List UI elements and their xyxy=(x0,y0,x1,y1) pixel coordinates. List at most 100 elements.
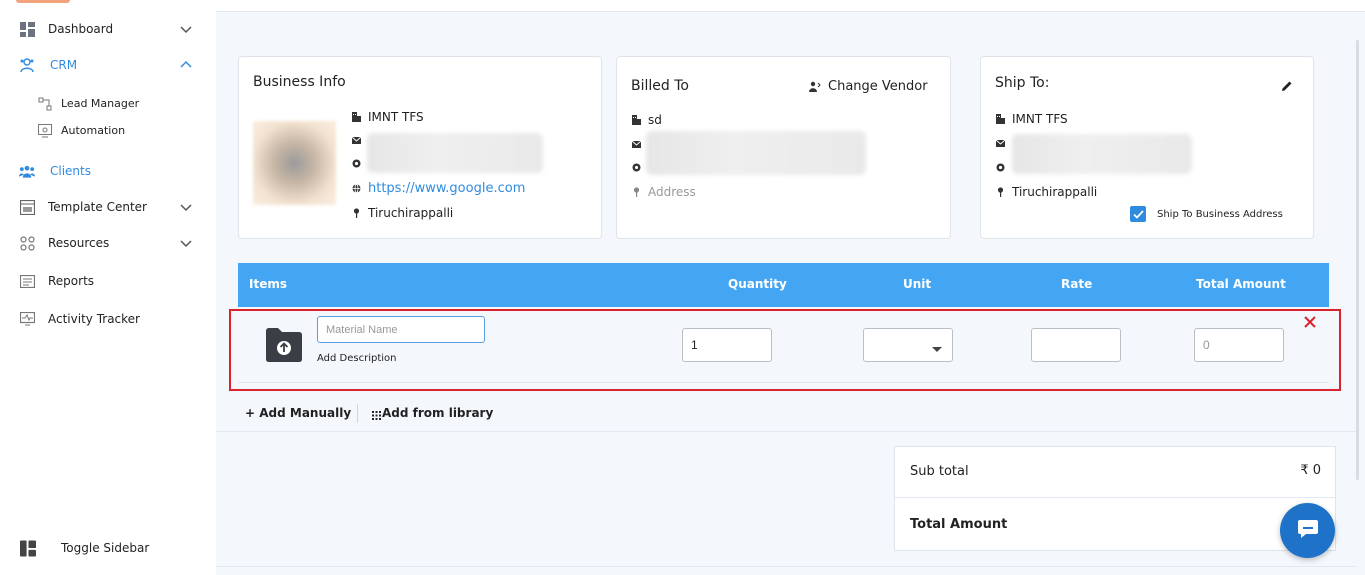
building-icon xyxy=(631,115,641,125)
sidebar-item-label: Clients xyxy=(50,164,91,178)
divider xyxy=(216,566,1356,567)
sidebar-subitem-automation[interactable]: Automation xyxy=(0,124,216,138)
add-from-library-label: Add from library xyxy=(382,406,494,420)
sidebar-item-label: CRM xyxy=(50,58,78,72)
header-total-amount: Total Amount xyxy=(1196,277,1286,291)
subtotal-value: ₹ 0 xyxy=(1300,463,1321,478)
mail-icon xyxy=(631,139,641,149)
sidebar-subitem-lead-manager[interactable]: Lead Manager xyxy=(0,97,216,111)
checkbox-checked-icon xyxy=(1130,206,1146,222)
resources-icon xyxy=(19,235,35,251)
business-website-row: https://www.google.com xyxy=(351,181,525,196)
unit-select[interactable] xyxy=(863,328,953,362)
billed-name-row: sd xyxy=(631,113,662,127)
automation-icon xyxy=(38,124,52,138)
divider xyxy=(216,431,1356,432)
quantity-input[interactable]: 1 xyxy=(682,328,772,362)
ship-email-row xyxy=(995,138,1012,148)
chevron-down-icon xyxy=(179,22,193,36)
header-items: Items xyxy=(249,277,287,291)
sidebar-item-resources[interactable]: Resources xyxy=(0,234,216,252)
edit-icon[interactable] xyxy=(1281,77,1293,91)
top-bar xyxy=(216,0,1365,11)
location-pin-icon xyxy=(995,187,1005,197)
sidebar-top-accent xyxy=(16,0,70,3)
sidebar-item-activity-tracker[interactable]: Activity Tracker xyxy=(0,310,216,328)
location-pin-icon xyxy=(631,187,641,197)
business-website-link[interactable]: https://www.google.com xyxy=(368,181,525,196)
sidebar-item-dashboard[interactable]: Dashboard xyxy=(0,20,216,38)
redacted-contact-info xyxy=(646,131,866,175)
building-icon xyxy=(995,114,1005,124)
upload-folder-icon[interactable] xyxy=(265,327,303,363)
change-vendor-label: Change Vendor xyxy=(828,79,928,94)
sidebar-item-template-center[interactable]: Template Center xyxy=(0,198,216,216)
mail-icon xyxy=(351,135,361,145)
mail-icon xyxy=(995,138,1005,148)
clock-icon xyxy=(995,162,1005,172)
add-description-link[interactable]: Add Description xyxy=(317,353,397,364)
business-name: IMNT TFS xyxy=(368,110,424,124)
add-from-library-button[interactable]: Add from library xyxy=(372,406,493,420)
billed-address-row: Address xyxy=(631,185,696,199)
total-amount-label: Total Amount xyxy=(910,517,1008,532)
remove-row-icon[interactable] xyxy=(1303,314,1317,328)
chat-icon xyxy=(1297,519,1319,543)
change-vendor-button[interactable]: Change Vendor xyxy=(809,79,928,94)
business-city: Tiruchirappalli xyxy=(368,206,454,220)
sidebar-item-clients[interactable]: Clients xyxy=(0,162,216,180)
chevron-down-icon xyxy=(179,236,193,250)
billed-address-placeholder: Address xyxy=(648,185,696,199)
sidebar-item-label: Dashboard xyxy=(48,22,114,36)
clients-icon xyxy=(19,163,35,179)
add-manually-button[interactable]: + Add Manually xyxy=(245,406,351,420)
checkbox-label: Ship To Business Address xyxy=(1157,208,1283,220)
totals-divider xyxy=(895,497,1335,498)
total-amount-input: 0 xyxy=(1194,328,1284,362)
sidebar-item-label: Template Center xyxy=(48,200,147,214)
lead-manager-icon xyxy=(38,97,52,111)
billed-name: sd xyxy=(648,113,662,127)
chevron-down-icon xyxy=(179,200,193,214)
ship-name-row: IMNT TFS xyxy=(995,112,1068,126)
action-divider xyxy=(357,404,358,423)
rate-input[interactable] xyxy=(1031,328,1121,362)
sidebar-item-label: Resources xyxy=(48,236,110,250)
globe-icon xyxy=(351,184,361,194)
header-unit: Unit xyxy=(903,277,932,291)
totals-panel: Sub total ₹ 0 Total Amount xyxy=(894,446,1336,551)
business-email-row xyxy=(351,135,368,145)
dropdown-arrow-icon xyxy=(932,343,942,355)
subtotal-label: Sub total xyxy=(910,464,969,479)
clock-icon xyxy=(351,158,361,168)
sidebar-item-label: Reports xyxy=(48,274,95,288)
grid-icon xyxy=(372,409,381,420)
scrollbar[interactable] xyxy=(1356,40,1359,480)
sidebar-item-crm[interactable]: CRM xyxy=(0,56,216,74)
template-icon xyxy=(19,199,35,215)
toggle-sidebar-icon xyxy=(20,540,36,556)
chat-button[interactable] xyxy=(1280,503,1335,558)
sidebar-subitem-label: Automation xyxy=(61,124,126,137)
ship-phone-row xyxy=(995,162,1012,172)
header-quantity: Quantity xyxy=(728,277,787,291)
sidebar-item-reports[interactable]: Reports xyxy=(0,272,216,290)
toggle-sidebar-button[interactable]: Toggle Sidebar xyxy=(0,539,216,557)
ship-city: Tiruchirappalli xyxy=(1012,185,1098,199)
sidebar-subitem-label: Lead Manager xyxy=(61,97,140,110)
material-name-placeholder: Material Name xyxy=(326,323,398,336)
business-name-row: IMNT TFS xyxy=(351,110,424,124)
items-table-header: Items Quantity Unit Rate Total Amount xyxy=(238,263,1329,307)
divider xyxy=(216,11,1365,12)
change-vendor-icon xyxy=(809,81,821,93)
activity-icon xyxy=(19,311,35,327)
ship-to-title: Ship To: xyxy=(995,75,1050,91)
clock-icon xyxy=(631,162,641,172)
business-phone-row xyxy=(351,158,368,168)
header-rate: Rate xyxy=(1061,277,1093,291)
material-name-input[interactable]: Material Name xyxy=(317,316,485,343)
toggle-sidebar-label: Toggle Sidebar xyxy=(61,541,150,555)
reports-icon xyxy=(19,273,35,289)
sidebar-item-label: Activity Tracker xyxy=(48,312,140,326)
ship-to-business-address-checkbox[interactable]: Ship To Business Address xyxy=(1130,206,1283,222)
